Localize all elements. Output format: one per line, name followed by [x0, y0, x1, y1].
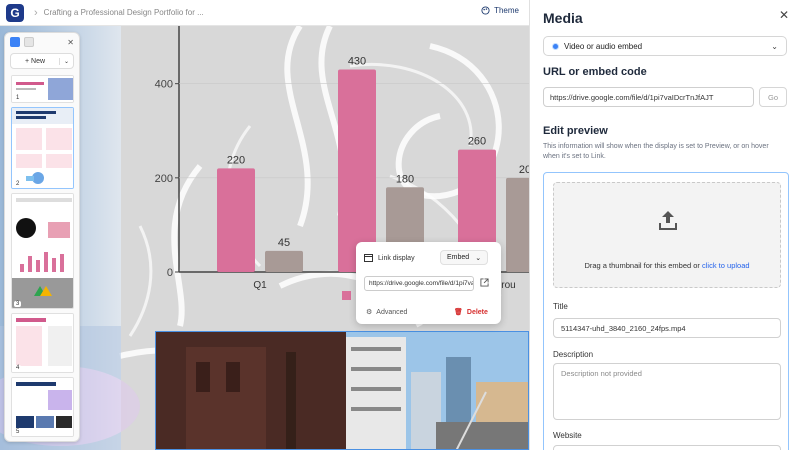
legend-swatch	[342, 291, 351, 300]
dropzone-text: Drag a thumbnail for this embed or click…	[554, 261, 780, 270]
advanced-label: Advanced	[376, 308, 408, 316]
chevron-right-icon: ›	[34, 6, 38, 19]
data-label: 20	[519, 164, 529, 176]
data-label: 430	[348, 56, 366, 68]
slide-number: 2	[14, 181, 22, 187]
app-logo[interactable]: G	[6, 3, 24, 22]
click-to-upload-link[interactable]: click to upload	[702, 261, 750, 270]
link-display-label: Link display	[378, 254, 415, 262]
delete-label: Delete	[466, 308, 488, 316]
link-display-option[interactable]: Link display	[364, 254, 415, 262]
title-field[interactable]: 5114347-uhd_3840_2160_24fps.mp4	[553, 318, 781, 338]
slide-thumbnail[interactable]: 2	[11, 107, 74, 189]
website-field[interactable]	[553, 445, 781, 450]
edit-preview-heading: Edit preview	[543, 125, 608, 137]
bar	[217, 168, 255, 272]
city-photo-image	[156, 332, 528, 449]
trash-icon: 🗑	[454, 309, 463, 316]
slide-thumbnail[interactable]: 1	[11, 75, 74, 103]
website-label: Website	[553, 431, 582, 440]
slide-number: 3	[14, 301, 22, 307]
y-tick-label: 200	[155, 173, 173, 185]
embed-label: Embed	[447, 254, 470, 261]
embed-dropdown[interactable]: Embed ⌄	[440, 250, 489, 265]
data-label: 45	[278, 237, 290, 249]
plus-icon: +	[24, 57, 30, 65]
close-icon[interactable]: ✕	[779, 8, 789, 22]
slides-panel: ✕ + New ⌄ 1 2 3 4 5	[4, 32, 80, 442]
media-type-value: Video or audio embed	[564, 41, 643, 51]
url-input[interactable]: https://drive.google.com/file/d/1pi7vaID…	[543, 87, 754, 107]
slide-thumbnail[interactable]: 5	[11, 377, 74, 437]
gear-icon: ⚙	[366, 309, 373, 316]
external-link-icon[interactable]	[480, 278, 489, 287]
media-type-select[interactable]: Video or audio embed ⌄	[543, 36, 787, 56]
data-label: 220	[227, 154, 245, 166]
breadcrumb[interactable]: Crafting a Professional Design Portfolio…	[44, 8, 204, 17]
edit-preview-description: This information will show when the disp…	[543, 143, 769, 160]
new-slide-button[interactable]: + New ⌄	[10, 53, 74, 69]
description-field[interactable]: Description not provided	[553, 363, 781, 420]
slide-number: 4	[14, 365, 22, 371]
top-bar: G › Crafting a Professional Design Portf…	[0, 0, 529, 26]
y-tick-label: 400	[155, 79, 173, 91]
bar	[506, 177, 529, 272]
url-heading: URL or embed code	[543, 66, 647, 78]
chevron-down-icon[interactable]: ⌄	[59, 57, 73, 65]
chevron-down-icon: ⌄	[475, 254, 482, 262]
edit-preview-box: Drag a thumbnail for this embed or click…	[543, 172, 789, 450]
panel-title: Media	[543, 10, 583, 26]
slide-number: 1	[14, 95, 22, 101]
go-button[interactable]: Go	[759, 87, 787, 107]
palette-icon	[481, 6, 490, 15]
upload-icon	[659, 211, 677, 230]
dropzone-label: Drag a thumbnail for this embed or	[584, 261, 703, 270]
theme-button[interactable]: Theme	[481, 6, 519, 15]
slide-number: 5	[14, 429, 22, 435]
city-photo[interactable]	[155, 331, 529, 450]
delete-button[interactable]: 🗑 Delete	[454, 308, 488, 317]
window-icon	[364, 254, 373, 262]
slide-canvas[interactable]: 0 200 400 220 45 Q1 430 180 260 20 -Throu ✕	[0, 26, 529, 450]
slide-thumbnail[interactable]: 4	[11, 313, 74, 373]
close-icon[interactable]: ✕	[67, 38, 74, 47]
bar	[265, 250, 303, 272]
radio-selected-icon	[552, 42, 559, 50]
slide-thumbnail[interactable]: 3	[11, 193, 74, 309]
x-tick-label: Q1	[253, 280, 267, 291]
data-label: 260	[468, 136, 486, 148]
popover-url-field[interactable]: https://drive.google.com/file/d/1pi7vaID…	[364, 276, 474, 291]
media-panel: Media ✕ Video or audio embed ⌄ URL or em…	[529, 0, 800, 450]
grid-view-icon[interactable]	[10, 37, 20, 47]
advanced-button[interactable]: ⚙ Advanced	[366, 308, 408, 317]
y-tick-label: 0	[167, 267, 173, 279]
thumbnail-dropzone[interactable]: Drag a thumbnail for this embed or click…	[553, 182, 781, 288]
data-label: 180	[396, 173, 414, 185]
media-popover: Link display Embed ⌄ https://drive.googl…	[356, 242, 501, 324]
new-label: New	[31, 57, 46, 65]
description-label: Description	[553, 350, 594, 359]
theme-label: Theme	[494, 6, 519, 15]
chevron-down-icon: ⌄	[771, 41, 778, 51]
list-view-icon[interactable]	[24, 37, 34, 47]
title-label: Title	[553, 302, 568, 311]
